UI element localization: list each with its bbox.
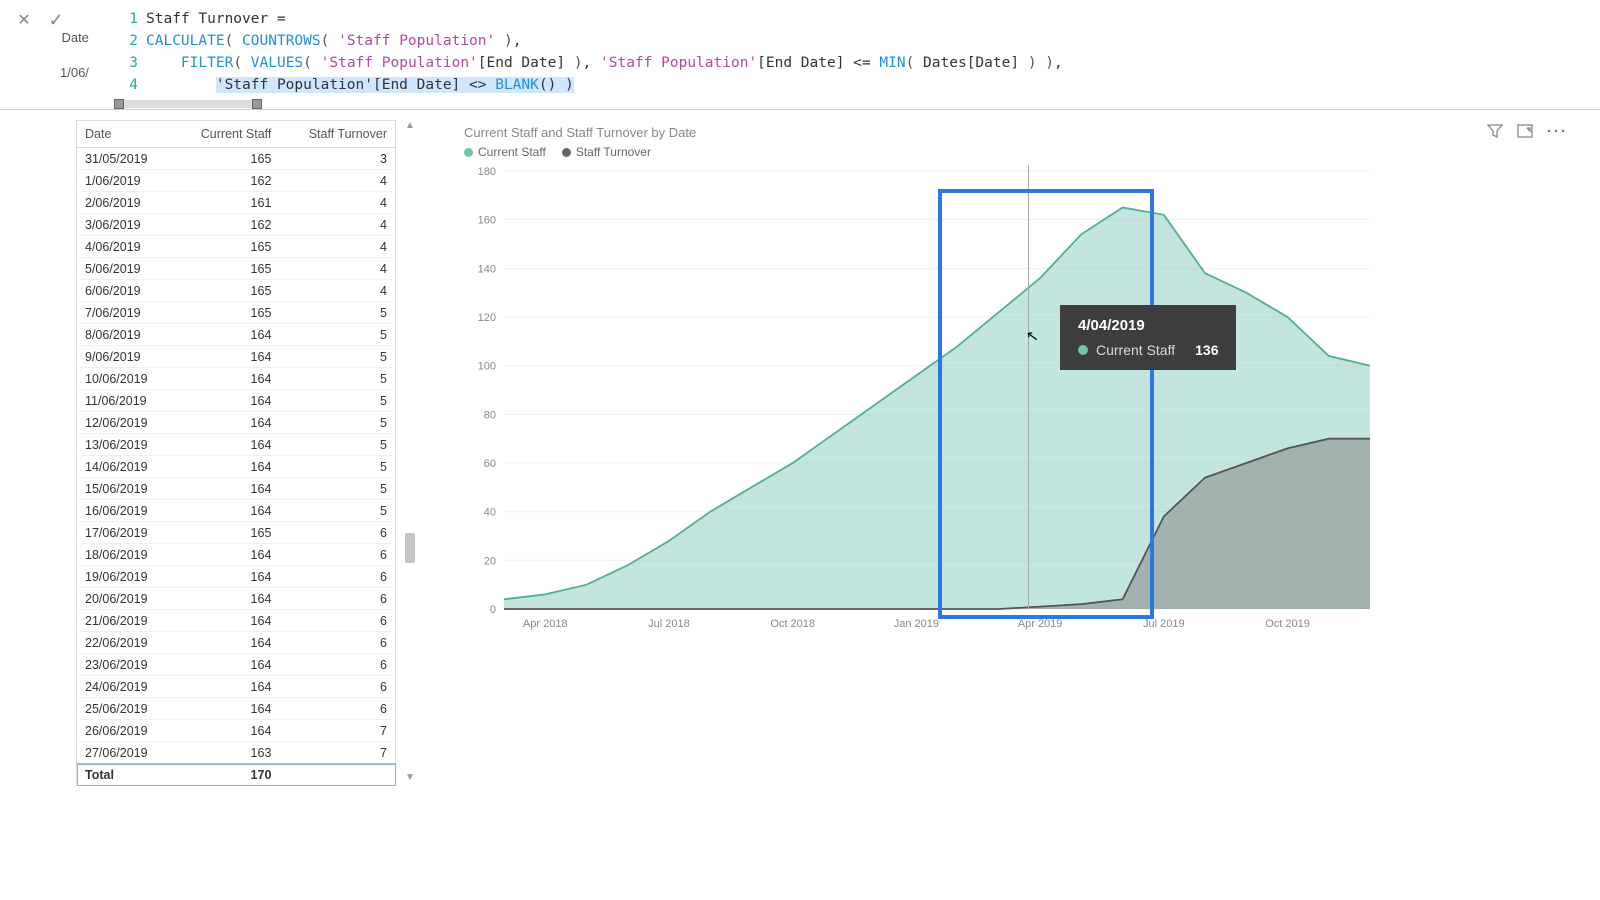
mouse-cursor-icon	[1025, 326, 1040, 346]
tooltip-series: Current Staff	[1096, 342, 1175, 358]
col-date[interactable]: Date	[77, 121, 174, 148]
tooltip-dot-icon	[1078, 345, 1088, 355]
table-row[interactable]: 15/06/20191645	[77, 478, 396, 500]
dax-editor[interactable]: 1Staff Turnover = 2CALCULATE( COUNTROWS(…	[124, 0, 1600, 96]
chart-legend: Current Staff Staff Turnover	[456, 143, 1576, 165]
chart-tooltip: 4/04/2019 Current Staff 136	[1060, 305, 1236, 370]
table-row[interactable]: 19/06/20191646	[77, 566, 396, 588]
scrollbar-thumb[interactable]	[405, 533, 415, 563]
table-row[interactable]: 18/06/20191646	[77, 544, 396, 566]
table-row[interactable]: 17/06/20191656	[77, 522, 396, 544]
table-row[interactable]: 25/06/20191646	[77, 698, 396, 720]
col-current-staff[interactable]: Current Staff	[173, 121, 279, 148]
table-row[interactable]: 31/05/20191653	[77, 148, 396, 170]
legend-dot-icon	[464, 148, 473, 157]
svg-text:60: 60	[484, 458, 496, 470]
table-row[interactable]: 14/06/20191645	[77, 456, 396, 478]
table-total-row[interactable]: Total 170	[77, 764, 396, 786]
table-row[interactable]: 23/06/20191646	[77, 654, 396, 676]
table-row[interactable]: 3/06/20191624	[77, 214, 396, 236]
col-staff-turnover[interactable]: Staff Turnover	[279, 121, 395, 148]
table-row[interactable]: 27/06/20191637	[77, 742, 396, 764]
table-row[interactable]: 12/06/20191645	[77, 412, 396, 434]
svg-text:160: 160	[478, 215, 496, 227]
table-row[interactable]: 4/06/20191654	[77, 236, 396, 258]
svg-text:Jul 2019: Jul 2019	[1143, 618, 1185, 630]
table-row[interactable]: 6/06/20191654	[77, 280, 396, 302]
table-row[interactable]: 16/06/20191645	[77, 500, 396, 522]
focus-mode-icon[interactable]	[1517, 124, 1533, 141]
background-fragment: Date 1/06/	[60, 30, 89, 80]
scroll-up-icon[interactable]: ▲	[404, 120, 416, 134]
svg-text:180: 180	[478, 166, 496, 178]
horizontal-scrollbar[interactable]	[118, 100, 258, 108]
legend-item-current-staff[interactable]: Current Staff	[464, 145, 546, 159]
check-icon	[48, 10, 63, 31]
table-row[interactable]: 10/06/20191645	[77, 368, 396, 390]
table-row[interactable]: 22/06/20191646	[77, 632, 396, 654]
table-row[interactable]: 20/06/20191646	[77, 588, 396, 610]
svg-text:Jan 2019: Jan 2019	[894, 618, 939, 630]
svg-text:40: 40	[484, 507, 496, 519]
svg-text:80: 80	[484, 409, 496, 421]
table-row[interactable]: 5/06/20191654	[77, 258, 396, 280]
tooltip-value: 136	[1195, 342, 1218, 358]
table-row[interactable]: 24/06/20191646	[77, 676, 396, 698]
chart-toolbar: ···	[1487, 124, 1568, 141]
chart-visual[interactable]: Current Staff and Staff Turnover by Date…	[456, 120, 1576, 786]
table-row[interactable]: 13/06/20191645	[77, 434, 396, 456]
svg-text:0: 0	[490, 604, 496, 616]
legend-dot-icon	[562, 148, 571, 157]
cancel-button[interactable]	[12, 8, 36, 32]
table-row[interactable]: 8/06/20191645	[77, 324, 396, 346]
close-icon	[17, 10, 30, 30]
table-row[interactable]: 1/06/20191624	[77, 170, 396, 192]
chart-title: Current Staff and Staff Turnover by Date	[464, 125, 696, 140]
svg-text:140: 140	[478, 263, 496, 275]
filter-icon[interactable]	[1487, 124, 1503, 141]
svg-text:Apr 2019: Apr 2019	[1018, 618, 1063, 630]
scroll-down-icon[interactable]: ▼	[404, 772, 416, 786]
legend-item-staff-turnover[interactable]: Staff Turnover	[562, 145, 651, 159]
chart-hover-guideline	[1028, 165, 1029, 609]
formula-bar: Date 1/06/ 1Staff Turnover = 2CALCULATE(…	[0, 0, 1600, 110]
svg-text:Apr 2018: Apr 2018	[523, 618, 568, 630]
chart-plot-area[interactable]: 0 20 40 60 80 100 120 140 160 180 Apr 2018 Jul 2018…	[460, 165, 1380, 665]
svg-text:120: 120	[478, 312, 496, 324]
table-row[interactable]: 7/06/20191655	[77, 302, 396, 324]
table-row[interactable]: 2/06/20191614	[77, 192, 396, 214]
table-header-row: Date Current Staff Staff Turnover	[77, 121, 396, 148]
table-row[interactable]: 11/06/20191645	[77, 390, 396, 412]
svg-text:Oct 2019: Oct 2019	[1265, 618, 1310, 630]
more-icon[interactable]: ···	[1547, 124, 1568, 141]
table-row[interactable]: 26/06/20191647	[77, 720, 396, 742]
table-row[interactable]: 9/06/20191645	[77, 346, 396, 368]
tooltip-date: 4/04/2019	[1078, 317, 1218, 334]
svg-text:20: 20	[484, 555, 496, 567]
commit-button[interactable]	[44, 8, 68, 32]
vertical-scrollbar[interactable]: ▲ ▼	[404, 120, 416, 786]
svg-text:Jul 2018: Jul 2018	[648, 618, 690, 630]
svg-text:100: 100	[478, 361, 496, 373]
data-table-visual[interactable]: Date Current Staff Staff Turnover 31/05/…	[76, 120, 416, 786]
table-row[interactable]: 21/06/20191646	[77, 610, 396, 632]
svg-text:Oct 2018: Oct 2018	[770, 618, 815, 630]
